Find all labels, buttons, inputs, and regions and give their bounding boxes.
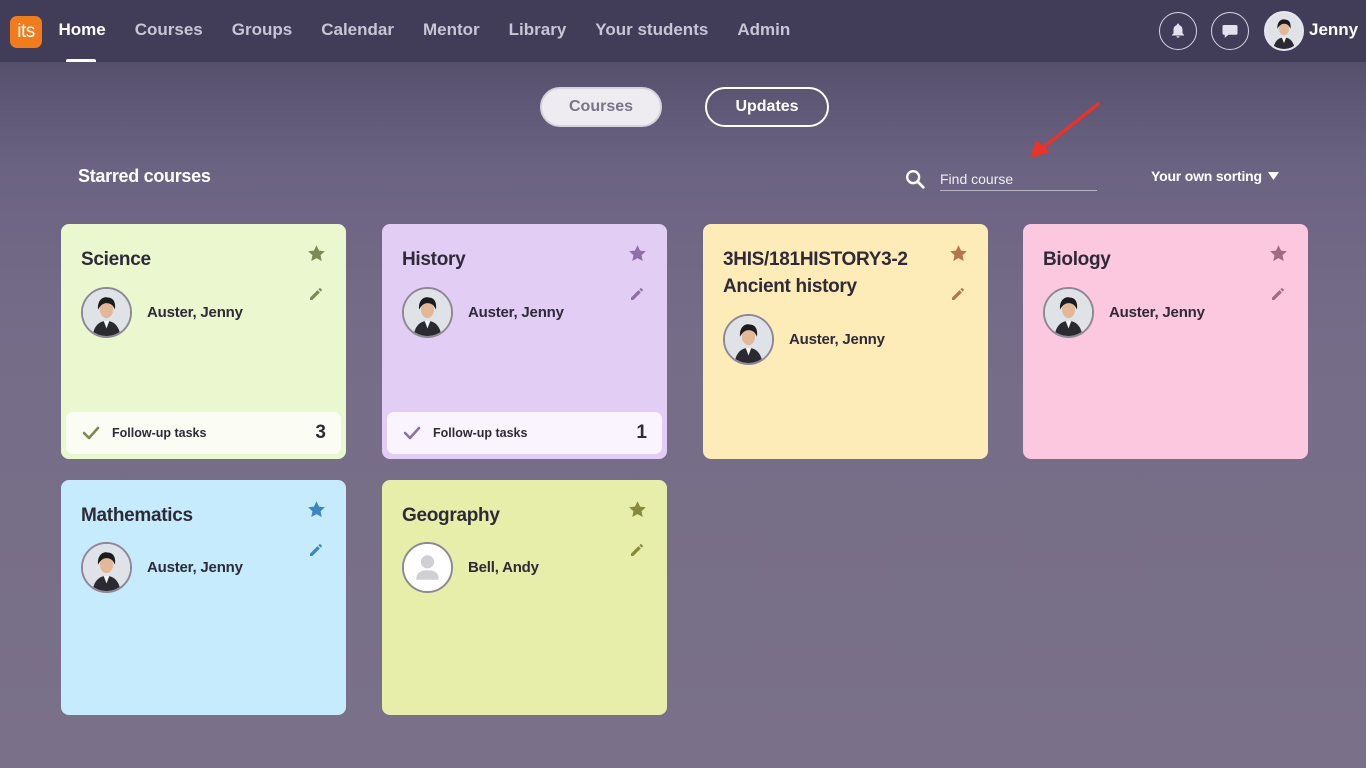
course-card-geography[interactable]: Geography Bell, Andy — [382, 480, 667, 715]
starred-courses-heading: Starred courses — [78, 166, 211, 186]
nav-item-calendar[interactable]: Calendar — [307, 0, 409, 62]
teacher-info: Auster, Jenny — [81, 287, 243, 338]
user-photo-icon — [1266, 13, 1302, 49]
caret-down-icon — [1267, 171, 1279, 180]
pencil-icon[interactable] — [308, 542, 324, 558]
teacher-avatar — [402, 542, 453, 593]
default-person-icon — [404, 544, 451, 591]
courses-toggle-button[interactable]: Courses — [540, 87, 662, 127]
teacher-name: Auster, Jenny — [789, 331, 885, 348]
course-title[interactable]: 3HIS/181HISTORY3-2 Ancient history — [723, 246, 933, 300]
chat-bubble-icon — [1222, 25, 1238, 38]
notifications-button[interactable] — [1159, 12, 1197, 50]
teacher-avatar — [81, 542, 132, 593]
teacher-name: Auster, Jenny — [1109, 304, 1205, 321]
nav-item-courses[interactable]: Courses — [120, 0, 217, 62]
nav-item-your-students[interactable]: Your students — [581, 0, 723, 62]
star-icon[interactable] — [628, 244, 647, 263]
teacher-name: Auster, Jenny — [147, 559, 243, 576]
follow-up-tasks-bar[interactable]: Follow-up tasks 1 — [387, 412, 662, 454]
course-card-history[interactable]: History Auster, Jenny Follow-up tasks 1 — [382, 224, 667, 459]
user-name[interactable]: Jenny — [1309, 20, 1358, 40]
teacher-info: Auster, Jenny — [723, 314, 885, 365]
teacher-avatar — [402, 287, 453, 338]
teacher-name: Auster, Jenny — [468, 304, 564, 321]
sorting-label: Your own sorting — [1151, 168, 1262, 184]
nav-item-groups[interactable]: Groups — [217, 0, 306, 62]
teacher-photo-icon — [725, 316, 772, 363]
teacher-name: Bell, Andy — [468, 559, 539, 576]
teacher-photo-icon — [1045, 289, 1092, 336]
star-icon[interactable] — [949, 244, 968, 263]
teacher-photo-icon — [83, 289, 130, 336]
teacher-info: Auster, Jenny — [1043, 287, 1205, 338]
user-avatar[interactable] — [1264, 11, 1304, 51]
pencil-icon[interactable] — [950, 286, 966, 302]
teacher-info: Auster, Jenny — [81, 542, 243, 593]
teacher-avatar — [723, 314, 774, 365]
course-title[interactable]: Geography — [402, 502, 612, 529]
check-icon — [403, 426, 421, 440]
follow-up-count: 1 — [636, 422, 647, 443]
nav-item-home[interactable]: Home — [44, 0, 120, 62]
pencil-icon[interactable] — [629, 542, 645, 558]
sorting-dropdown[interactable]: Your own sorting — [1151, 168, 1279, 184]
check-icon — [82, 426, 100, 440]
teacher-avatar — [1043, 287, 1094, 338]
follow-up-label: Follow-up tasks — [433, 426, 528, 440]
bell-icon — [1172, 23, 1184, 38]
nav-item-library[interactable]: Library — [494, 0, 581, 62]
follow-up-count: 3 — [315, 422, 326, 443]
main-nav: Home Courses Groups Calendar Mentor Libr… — [44, 0, 805, 62]
find-course-input[interactable] — [940, 167, 1097, 191]
pencil-icon[interactable] — [1270, 286, 1286, 302]
follow-up-label: Follow-up tasks — [112, 426, 207, 440]
teacher-info: Bell, Andy — [402, 542, 539, 593]
course-title[interactable]: History — [402, 246, 612, 273]
nav-item-admin[interactable]: Admin — [723, 0, 805, 62]
its-logo[interactable]: its — [10, 16, 42, 48]
pencil-icon[interactable] — [629, 286, 645, 302]
star-icon[interactable] — [307, 500, 326, 519]
follow-up-tasks-bar[interactable]: Follow-up tasks 3 — [66, 412, 341, 454]
teacher-photo-icon — [404, 289, 451, 336]
course-title[interactable]: Mathematics — [81, 502, 291, 529]
teacher-photo-icon — [83, 544, 130, 591]
teacher-avatar — [81, 287, 132, 338]
top-navigation-bar: its Home Courses Groups Calendar Mentor … — [0, 0, 1366, 62]
course-title[interactable]: Biology — [1043, 246, 1253, 273]
star-icon[interactable] — [628, 500, 647, 519]
nav-item-mentor[interactable]: Mentor — [408, 0, 494, 62]
teacher-info: Auster, Jenny — [402, 287, 564, 338]
teacher-name: Auster, Jenny — [147, 304, 243, 321]
search-icon[interactable] — [904, 168, 926, 190]
updates-toggle-button[interactable]: Updates — [705, 87, 829, 127]
course-card-ancient-history[interactable]: 3HIS/181HISTORY3-2 Ancient history Auste… — [703, 224, 988, 459]
pencil-icon[interactable] — [308, 286, 324, 302]
course-card-science[interactable]: Science Auster, Jenny Follow-up tasks 3 — [61, 224, 346, 459]
star-icon[interactable] — [1269, 244, 1288, 263]
star-icon[interactable] — [307, 244, 326, 263]
messages-button[interactable] — [1211, 12, 1249, 50]
course-card-biology[interactable]: Biology Auster, Jenny — [1023, 224, 1308, 459]
course-card-mathematics[interactable]: Mathematics Auster, Jenny — [61, 480, 346, 715]
course-title[interactable]: Science — [81, 246, 291, 273]
red-arrow-annotation — [1030, 102, 1100, 158]
